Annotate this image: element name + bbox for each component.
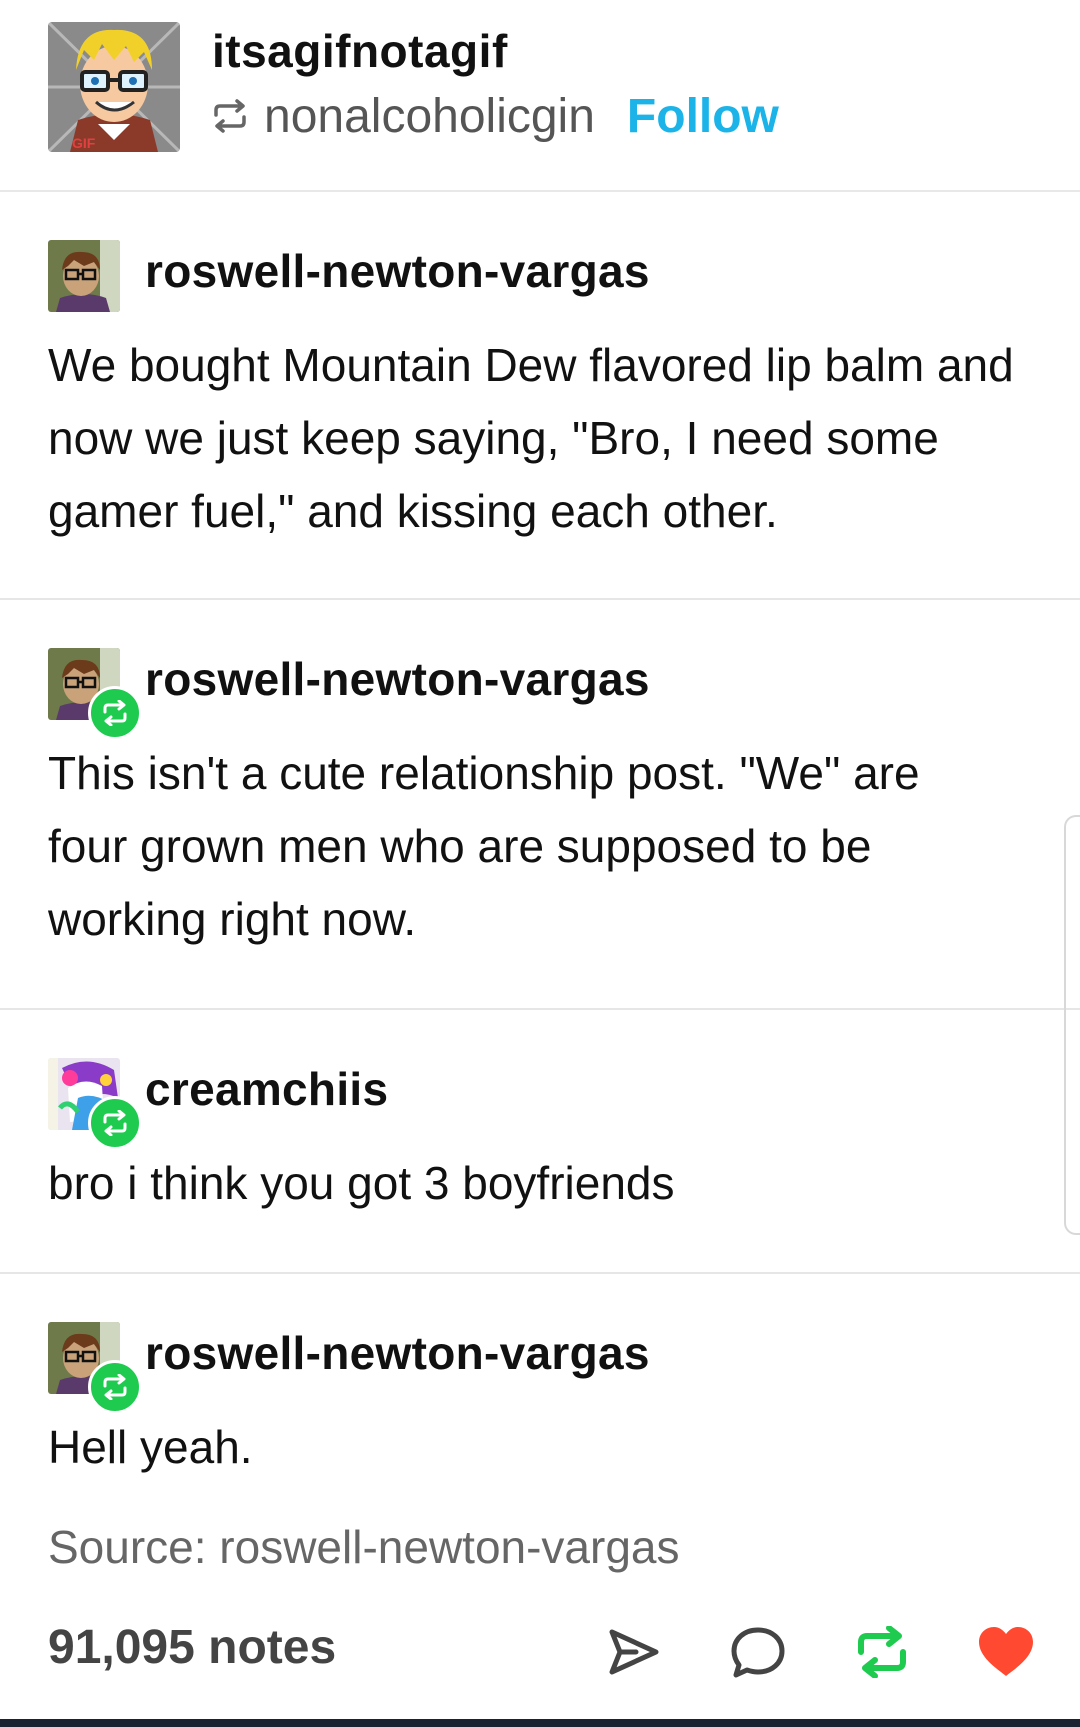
reblog-entry: roswell-newton-vargas This isn't a cute …	[0, 600, 1080, 1010]
reblogged-from-username[interactable]: nonalcoholicgin	[264, 89, 595, 144]
reblog-entry: roswell-newton-vargas We bought Mountain…	[0, 192, 1080, 600]
scroll-edge-handle[interactable]	[1064, 815, 1080, 1235]
reblog-small-icon	[210, 99, 250, 133]
post-username[interactable]: roswell-newton-vargas	[145, 652, 650, 706]
blog-avatar[interactable]: GIF	[48, 22, 180, 152]
post-text: bro i think you got 3 boyfriends	[48, 1157, 675, 1209]
post-username[interactable]: roswell-newton-vargas	[145, 1326, 650, 1380]
reblog-badge-icon	[88, 1096, 142, 1150]
notes-count[interactable]: 91,095 notes	[48, 1620, 336, 1675]
user-avatar[interactable]	[48, 240, 120, 312]
bottom-edge-bar	[0, 1719, 1080, 1727]
share-icon[interactable]	[602, 1620, 666, 1684]
like-icon[interactable]	[974, 1620, 1038, 1684]
reblog-badge-icon	[88, 1360, 142, 1414]
reblog-entry: roswell-newton-vargas Hell yeah.	[0, 1274, 1080, 1504]
post-header: GIF itsagifnotagif nonalcoholicgin Follo…	[0, 0, 1080, 192]
post-text: Hell yeah.	[48, 1421, 253, 1473]
post-actions	[542, 1620, 1038, 1684]
reply-icon[interactable]	[726, 1620, 790, 1684]
blog-username[interactable]: itsagifnotagif	[212, 24, 508, 78]
post-text: This isn't a cute relationship post. "We…	[48, 747, 920, 945]
post-text: We bought Mountain Dew flavored lip balm…	[48, 339, 1014, 537]
follow-button[interactable]: Follow	[627, 89, 779, 144]
reblog-entry: creamchiis bro i think you got 3 boyfrie…	[0, 1010, 1080, 1274]
reblog-attribution: nonalcoholicgin Follow	[210, 88, 779, 144]
post-username[interactable]: roswell-newton-vargas	[145, 244, 650, 298]
reblog-badge-icon	[88, 686, 142, 740]
avatar-gif-text: GIF	[72, 135, 96, 151]
source-link[interactable]: Source: roswell-newton-vargas	[48, 1520, 680, 1574]
post-footer: 91,095 notes	[48, 1620, 1038, 1680]
reblog-icon[interactable]	[850, 1620, 914, 1684]
post-username[interactable]: creamchiis	[145, 1062, 388, 1116]
